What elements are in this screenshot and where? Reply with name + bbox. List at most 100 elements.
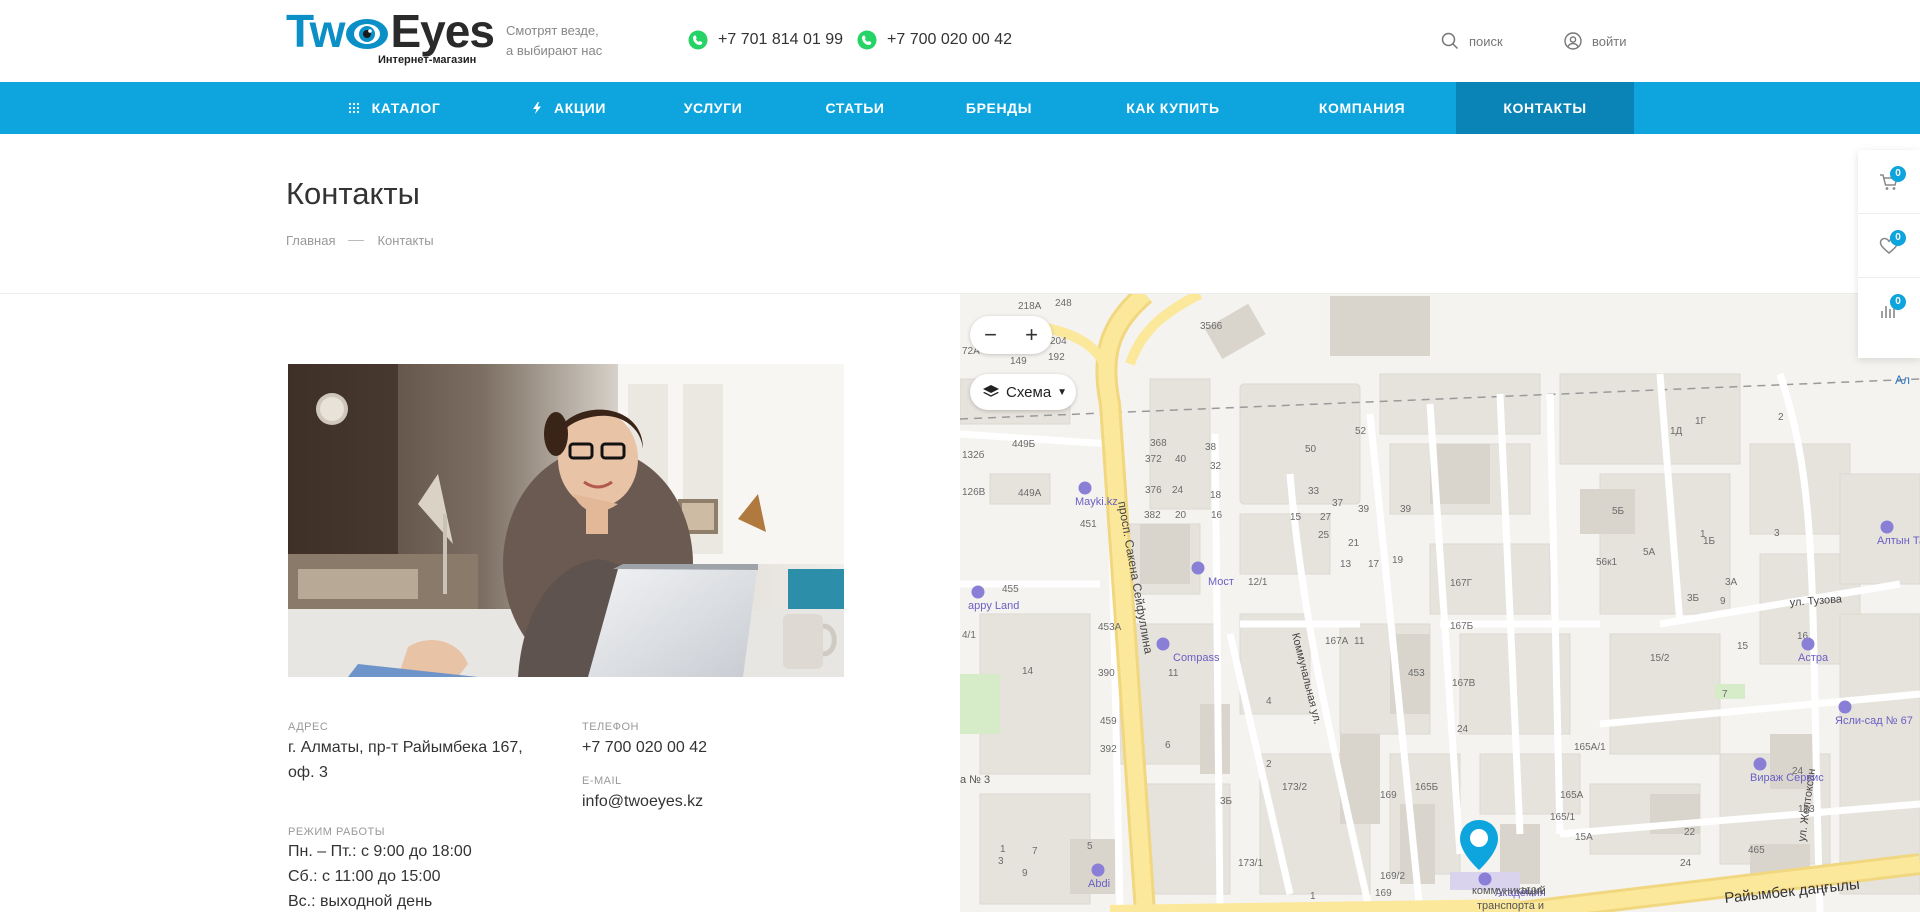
map-house-number: 449Б: [1012, 439, 1036, 450]
map-layers-button[interactable]: Схема ▼: [970, 374, 1076, 410]
map-house-number: 3А: [1725, 577, 1738, 588]
nav-label: БРЕНДЫ: [965, 100, 1033, 116]
map-house-number: 173/1: [1238, 858, 1263, 869]
map-house-number: 32: [1210, 461, 1222, 472]
logo-subtitle: Интернет-магазин: [378, 54, 477, 66]
map-poi-marker[interactable]: [1091, 863, 1105, 877]
address-line-1: г. Алматы, пр-т Райымбека 167,: [288, 739, 523, 756]
map-house-number: 24: [1457, 724, 1469, 735]
address-line-2: оф. 3: [288, 764, 328, 781]
whatsapp-icon: [857, 30, 877, 50]
whatsapp-icon: [688, 30, 708, 50]
header-phone-1-text: +7 701 814 01 99: [718, 31, 844, 48]
map-house-number: 173/2: [1282, 782, 1307, 793]
map-house-number: 25: [1318, 530, 1330, 541]
map-poi-marker[interactable]: [1078, 481, 1092, 495]
nav-item-how-to-buy[interactable]: КАК КУПИТЬ: [1078, 82, 1268, 134]
map-house-number: 12/1: [1248, 577, 1268, 588]
map-house-number: 1: [1310, 891, 1316, 902]
layers-icon: [983, 385, 999, 397]
map-house-number: 3566: [1200, 321, 1223, 332]
nav-item-services[interactable]: УСЛУГИ: [636, 82, 790, 134]
nav-label: КОМПАНИЯ: [1318, 100, 1406, 116]
nav-item-catalog[interactable]: КАТАЛОГ: [286, 82, 502, 134]
breadcrumb-home[interactable]: Главная: [286, 233, 335, 248]
lightning-icon: [532, 102, 541, 114]
map-location-pin[interactable]: [1458, 818, 1500, 877]
breadcrumb-current: Контакты: [377, 233, 434, 248]
map-house-number: 5: [1087, 841, 1093, 852]
map-poi-label: коммуникаций: [1472, 885, 1546, 897]
header-phone-2-text: +7 700 020 00 42: [887, 31, 1013, 48]
nav-item-contacts[interactable]: КОНТАКТЫ: [1456, 82, 1634, 134]
map[interactable]: 218А 248 204 192 149 72А 3566 50 52 1Д 1Г 2 449Б 368 3…: [960, 294, 1920, 912]
hours-weekdays: Пн. – Пт.: с 9:00 до 18:00: [288, 843, 472, 860]
map-house-number: 38: [1205, 442, 1217, 453]
map-poi-marker[interactable]: [971, 585, 985, 599]
map-house-number: 15: [1737, 641, 1749, 652]
map-house-number: 165/1: [1550, 812, 1575, 823]
map-poi-marker[interactable]: [1191, 561, 1205, 575]
logo-eye-icon: [345, 13, 389, 49]
map-poi-label: appy Land: [968, 600, 1019, 612]
map-poi-label: Ясли-сад № 67: [1835, 715, 1913, 727]
map-poi-marker[interactable]: [1838, 700, 1852, 714]
nav-item-articles[interactable]: СТАТЬИ: [790, 82, 920, 134]
compare-count-badge: 0: [1890, 294, 1906, 310]
breadcrumb: Главная Контакты: [286, 233, 434, 248]
map-house-number: 3: [1774, 528, 1780, 539]
map-house-number: 165А: [1560, 790, 1584, 801]
map-house-number: 39: [1358, 504, 1370, 515]
favorites-button[interactable]: 0: [1858, 214, 1920, 278]
email-label: E-MAIL: [582, 775, 622, 787]
logo[interactable]: Tw Eyes Интернет-магазин: [286, 5, 495, 70]
compare-button[interactable]: 0: [1858, 278, 1920, 342]
map-house-number: 5А: [1643, 547, 1656, 558]
map-house-number: 392: [1100, 744, 1117, 755]
header-phone-2[interactable]: +7 700 020 00 42: [857, 30, 1012, 50]
map-house-number: 50: [1305, 444, 1317, 455]
map-house-number: 3: [998, 856, 1004, 867]
map-house-number: 455: [1002, 584, 1019, 595]
map-house-number: 169: [1380, 790, 1397, 801]
map-house-number: 11: [1354, 636, 1365, 647]
map-house-number: 24: [1680, 858, 1692, 869]
header-phone-1[interactable]: +7 701 814 01 99: [688, 30, 843, 50]
map-house-number: 192: [1048, 352, 1065, 363]
map-poi-marker[interactable]: [1801, 637, 1815, 651]
map-house-number: 126В: [962, 487, 986, 498]
map-house-number: 19: [1392, 555, 1404, 566]
header: Tw Eyes Интернет-магазин Смотрят везде, …: [0, 0, 1920, 82]
zoom-in-button[interactable]: +: [1025, 322, 1038, 348]
phone-link[interactable]: +7 700 020 00 42: [582, 735, 707, 760]
map-house-number: 5Б: [1612, 506, 1625, 517]
map-house-number: 7: [1722, 689, 1728, 700]
nav-item-company[interactable]: КОМПАНИЯ: [1268, 82, 1456, 134]
map-canvas[interactable]: 218А 24820419214972А35665052 1Д1Г 2449Б 368 3…: [960, 294, 1920, 912]
search-icon: [1441, 32, 1459, 50]
search-button[interactable]: поиск: [1441, 32, 1503, 50]
map-house-number: 33: [1308, 486, 1320, 497]
login-button[interactable]: войти: [1564, 32, 1626, 50]
map-house-number: 1: [1000, 844, 1006, 855]
map-house-number: 368: [1150, 438, 1167, 449]
map-house-number: 165А/1: [1574, 742, 1606, 753]
zoom-out-button[interactable]: −: [984, 322, 997, 348]
map-house-number: 3Б: [1687, 593, 1700, 604]
map-poi-label: Abdi: [1088, 878, 1110, 890]
email-link[interactable]: info@twoeyes.kz: [582, 789, 703, 814]
map-house-number: 2: [1778, 412, 1784, 423]
map-house-number: 1Б: [1703, 536, 1716, 547]
map-house-number: 167В: [1452, 678, 1476, 689]
map-poi-marker[interactable]: [1753, 757, 1767, 771]
map-poi-marker[interactable]: [1880, 520, 1894, 534]
hours-label: РЕЖИМ РАБОТЫ: [288, 826, 386, 838]
logo-two-text: Tw: [286, 5, 345, 57]
chevron-down-icon: ▼: [1057, 386, 1068, 398]
nav-item-promotions[interactable]: АКЦИИ: [502, 82, 636, 134]
map-house-number: 169/2: [1380, 871, 1405, 882]
map-poi-marker[interactable]: [1156, 637, 1170, 651]
cart-count-badge: 0: [1890, 166, 1906, 182]
cart-button[interactable]: 0: [1858, 150, 1920, 214]
nav-item-brands[interactable]: БРЕНДЫ: [920, 82, 1078, 134]
